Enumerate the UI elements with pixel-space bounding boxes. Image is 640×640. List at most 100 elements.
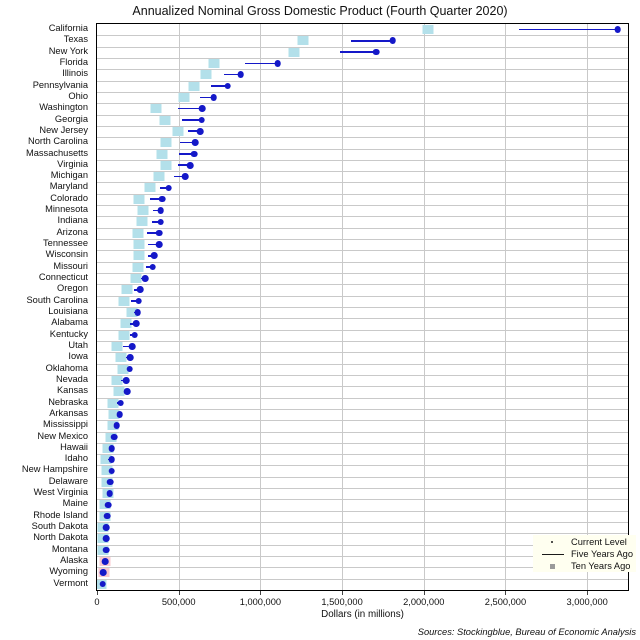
ten-years-ago-marker (156, 149, 168, 159)
current-level-marker (123, 377, 130, 384)
y-axis-label: Virginia (57, 158, 88, 169)
table-row (97, 465, 628, 476)
table-row (97, 103, 628, 114)
current-level-marker (190, 150, 198, 158)
table-row (97, 160, 628, 171)
table-row (97, 375, 628, 386)
legend-item: Five Years Ago (533, 548, 636, 560)
table-row (97, 318, 628, 329)
current-level-marker (614, 26, 621, 33)
y-axis-label: New Jersey (39, 124, 88, 135)
y-axis-label: Hawaii (60, 441, 88, 452)
current-level-marker (181, 173, 189, 180)
y-axis-label: Massachusetts (25, 147, 88, 158)
ten-years-ago-marker (150, 104, 162, 114)
x-axis-tick-label: 2,500,000 (484, 597, 527, 607)
y-axis-label: Alaska (60, 555, 88, 566)
chart-title: Annualized Nominal Gross Domestic Produc… (132, 4, 508, 18)
y-axis-label: Georgia (54, 113, 88, 124)
ten-years-ago-marker (130, 274, 142, 284)
table-row (97, 126, 628, 137)
y-axis-label: North Dakota (33, 532, 88, 543)
table-row (97, 364, 628, 375)
y-axis-label: Michigan (50, 170, 88, 181)
five-years-ago-icon (542, 554, 564, 556)
y-axis-label: Kansas (56, 385, 88, 396)
table-row (97, 194, 628, 205)
table-row (97, 454, 628, 465)
current-level-marker (108, 444, 115, 452)
ten-years-ago-marker (118, 330, 130, 340)
table-row (97, 228, 628, 239)
current-level-marker (199, 105, 206, 112)
ten-years-ago-marker (188, 81, 200, 91)
y-axis-label: New Mexico (37, 430, 88, 441)
ten-years-ago-marker (160, 160, 172, 170)
table-row (97, 205, 628, 216)
table-row (97, 477, 628, 488)
y-axis-label: Washington (39, 102, 88, 113)
table-row (97, 511, 628, 522)
x-axis-tick-label: 3,000,000 (566, 597, 608, 607)
y-axis-label: Wisconsin (45, 249, 88, 260)
legend-item: Ten Years Ago (533, 560, 636, 572)
y-axis-label: Vermont (53, 577, 88, 588)
legend-marker (541, 548, 565, 560)
y-axis-label: Pennsylvania (32, 79, 88, 90)
y-axis-label: Mississippi (43, 419, 88, 430)
table-row (97, 386, 628, 397)
current-level-marker (103, 524, 110, 531)
x-axis-tick-label: 500,000 (161, 597, 196, 607)
y-axis-label: South Dakota (31, 521, 88, 532)
y-axis-label: Ohio (68, 90, 88, 101)
y-axis-label: Utah (68, 339, 88, 350)
current-level-marker (126, 365, 133, 373)
y-axis-label: Indiana (57, 215, 88, 226)
y-axis-label: Montana (51, 543, 88, 554)
legend-marker (541, 536, 565, 548)
table-row (97, 137, 628, 148)
table-row (97, 47, 628, 58)
current-level-marker (165, 184, 173, 192)
x-axis-tick (587, 591, 589, 595)
y-axis-label: Iowa (68, 351, 88, 362)
y-axis-label: Connecticut (38, 272, 88, 283)
table-row (97, 171, 628, 182)
ten-years-ago-marker (160, 138, 172, 148)
current-level-marker (113, 422, 120, 429)
ten-years-ago-marker (208, 58, 220, 68)
current-level-marker (123, 388, 131, 395)
table-row (97, 239, 628, 250)
ten-years-ago-marker (136, 217, 148, 227)
y-axis-label: Colorado (50, 192, 88, 203)
current-level-marker (159, 195, 166, 203)
current-level-marker (134, 309, 142, 316)
table-row (97, 216, 628, 227)
table-row (97, 307, 628, 318)
y-axis-label: Florida (59, 56, 88, 67)
x-axis-title: Dollars (in millions) (321, 609, 404, 620)
y-axis-label: Illinois (62, 68, 88, 79)
table-row (97, 92, 628, 103)
ten-years-ago-marker (118, 296, 130, 306)
ten-years-ago-marker (133, 251, 145, 261)
table-row (97, 579, 628, 590)
current-level-marker (224, 82, 231, 90)
x-axis-tick (505, 591, 507, 595)
y-axis-label: Wyoming (49, 566, 88, 577)
current-level-marker (103, 512, 111, 520)
y-axis-label: California (48, 23, 88, 33)
gdp-dot-chart: Annualized Nominal Gross Domestic Produc… (0, 0, 640, 640)
table-row (97, 352, 628, 363)
current-level-marker (117, 399, 124, 407)
ten-years-ago-marker (172, 126, 184, 136)
ten-years-ago-marker (121, 285, 133, 295)
current-level-marker (131, 331, 138, 339)
y-axis-label: New York (48, 45, 88, 56)
x-axis-tick (178, 591, 180, 595)
table-row (97, 499, 628, 510)
ten-years-ago-marker (115, 353, 127, 363)
y-axis-label: Rhode Island (33, 509, 88, 520)
x-axis-tick (423, 591, 425, 595)
current-level-marker (106, 478, 114, 486)
